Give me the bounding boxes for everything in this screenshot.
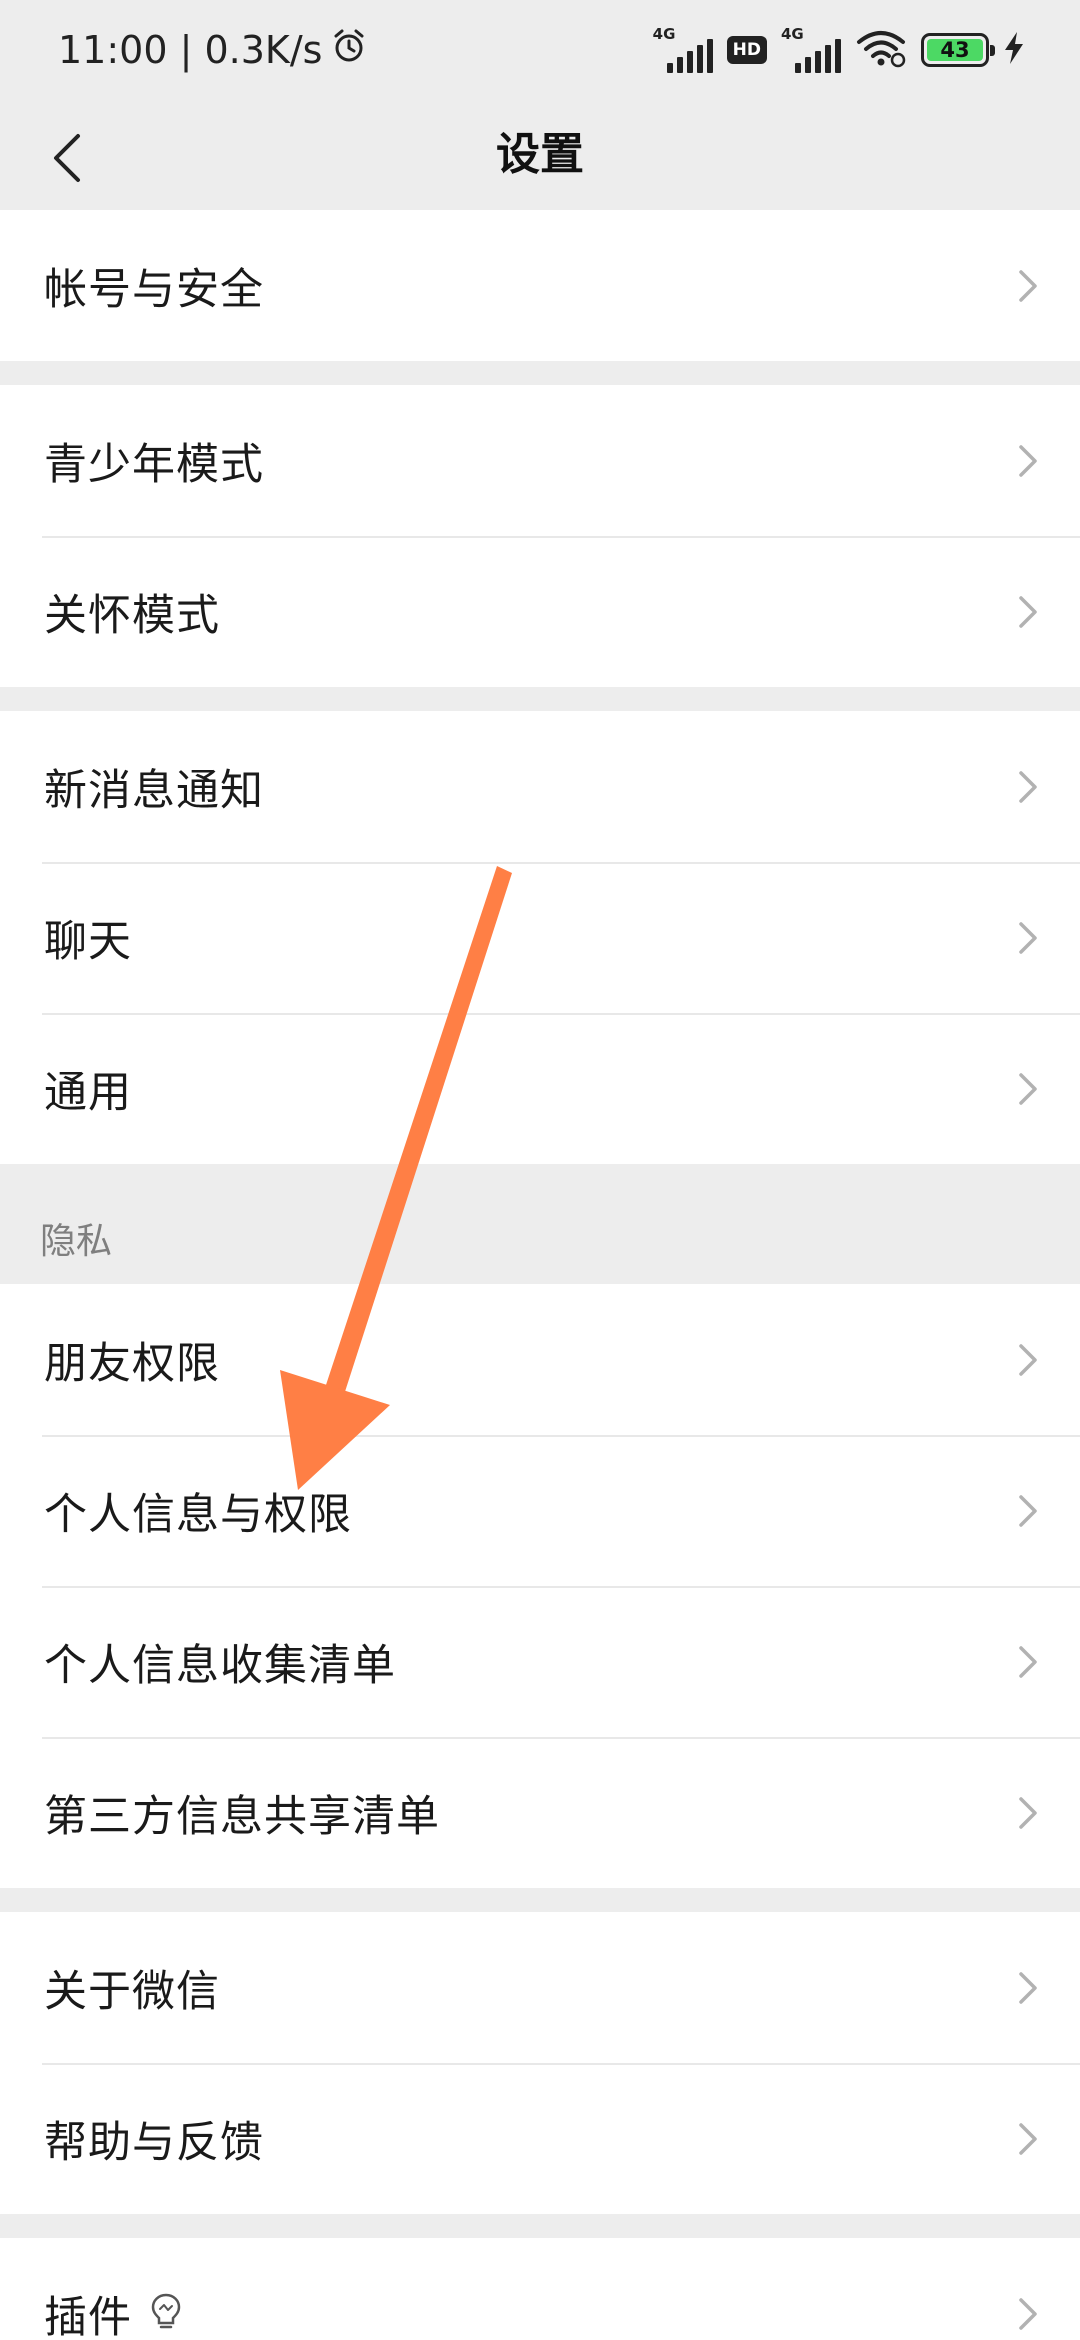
group-general: 新消息通知 聊天 通用 (0, 711, 1080, 1164)
chevron-right-icon (1019, 2297, 1037, 2330)
back-button[interactable] (28, 118, 108, 198)
group-about: 关于微信 帮助与反馈 (0, 1912, 1080, 2214)
network-type-label-2: 4G (781, 25, 804, 43)
settings-item-label: 青少年模式 (44, 439, 264, 490)
chevron-right-icon (1019, 1796, 1037, 1829)
group-plugins: 插件 (0, 2238, 1080, 2340)
chevron-right-icon (1019, 595, 1037, 628)
chevron-right-icon (1019, 1072, 1037, 1105)
back-chevron-icon (54, 134, 80, 182)
status-left: 11:00 | 0.3K/s (58, 28, 366, 72)
chevron-right-icon (1019, 1971, 1037, 2004)
settings-item-label: 个人信息收集清单 (44, 1640, 396, 1691)
settings-item-friend-permissions[interactable]: 朋友权限 (0, 1284, 1080, 1435)
settings-item-chat[interactable]: 聊天 (0, 862, 1080, 1013)
charging-icon (1003, 31, 1025, 69)
settings-item-plugins[interactable]: 插件 (0, 2238, 1080, 2340)
settings-item-label: 关于微信 (44, 1966, 220, 2017)
group-privacy: 朋友权限 个人信息与权限 个人信息收集清单 第三方信息共享清单 (0, 1284, 1080, 1888)
network-type-label: 4G (652, 25, 676, 43)
settings-item-label: 帐号与安全 (44, 264, 264, 315)
signal-icon-2: 4G (781, 25, 841, 73)
settings-item-label: 通用 (44, 1067, 132, 1118)
group-modes: 青少年模式 关怀模式 (0, 385, 1080, 687)
settings-item-label: 新消息通知 (44, 765, 264, 816)
battery-level: 43 (940, 38, 970, 62)
chevron-right-icon (1019, 444, 1037, 477)
chevron-right-icon (1019, 1645, 1037, 1678)
time-and-speed: 11:00 | 0.3K/s (58, 28, 323, 72)
settings-screen: 11:00 | 0.3K/s 4G HD 4G 43 设置 帐号与安全 青少年模… (0, 0, 1080, 2340)
settings-item-general[interactable]: 通用 (0, 1013, 1080, 1164)
chevron-right-icon (1019, 921, 1037, 954)
settings-item-notifications[interactable]: 新消息通知 (0, 711, 1080, 862)
chevron-right-icon (1019, 1343, 1037, 1376)
hd-badge: HD (726, 36, 767, 64)
group-account: 帐号与安全 (0, 210, 1080, 361)
settings-item-personal-info-collection[interactable]: 个人信息收集清单 (0, 1586, 1080, 1737)
nav-bar: 设置 (0, 100, 1080, 210)
alarm-icon (332, 28, 366, 72)
section-header-privacy: 隐私 (0, 1164, 1080, 1284)
status-right: 4G HD 4G 43 (652, 25, 1025, 73)
page-title: 设置 (496, 129, 584, 180)
status-bar: 11:00 | 0.3K/s 4G HD 4G 43 (0, 0, 1080, 100)
settings-item-personal-info-permissions[interactable]: 个人信息与权限 (0, 1435, 1080, 1586)
lightbulb-icon (150, 2292, 182, 2336)
chevron-right-icon (1019, 770, 1037, 803)
section-header-label: 隐私 (40, 1221, 113, 1262)
settings-item-label: 个人信息与权限 (44, 1489, 352, 1540)
settings-item-label: 聊天 (44, 916, 132, 967)
settings-item-care-mode[interactable]: 关怀模式 (0, 536, 1080, 687)
chevron-right-icon (1019, 1494, 1037, 1527)
battery-icon: 43 (921, 33, 995, 67)
settings-item-third-party-sharing[interactable]: 第三方信息共享清单 (0, 1737, 1080, 1888)
settings-item-teen-mode[interactable]: 青少年模式 (0, 385, 1080, 536)
chevron-right-icon (1019, 2122, 1037, 2155)
settings-item-about-wechat[interactable]: 关于微信 (0, 1912, 1080, 2063)
settings-item-label: 第三方信息共享清单 (44, 1791, 440, 1842)
chevron-right-icon (1019, 269, 1037, 302)
settings-item-label: 关怀模式 (44, 590, 220, 641)
signal-icon: 4G (652, 25, 713, 73)
settings-item-account-security[interactable]: 帐号与安全 (0, 210, 1080, 361)
settings-item-help-feedback[interactable]: 帮助与反馈 (0, 2063, 1080, 2214)
settings-item-label: 帮助与反馈 (44, 2117, 264, 2168)
settings-item-label: 朋友权限 (44, 1338, 220, 1389)
wifi-icon (855, 28, 907, 72)
settings-item-label: 插件 (44, 2292, 132, 2340)
